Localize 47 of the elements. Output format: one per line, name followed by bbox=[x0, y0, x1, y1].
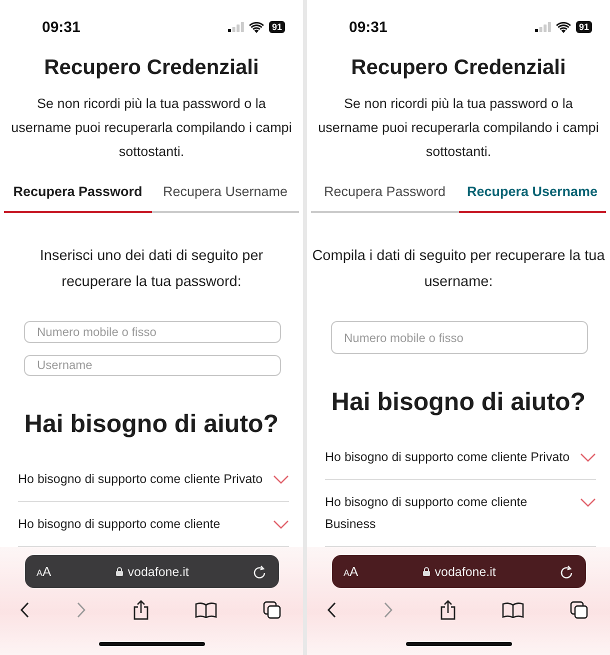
battery-level: 91 bbox=[576, 21, 592, 33]
wifi-icon bbox=[248, 22, 264, 32]
text-size-button[interactable]: AA bbox=[36, 564, 52, 579]
input-field[interactable]: Numero mobile o fisso bbox=[24, 321, 281, 342]
book-icon[interactable] bbox=[194, 602, 217, 618]
reload-icon[interactable] bbox=[560, 564, 574, 578]
instruction-text: Compila i dati di seguito per recuperare la tua username: bbox=[311, 247, 606, 292]
lock-icon bbox=[422, 567, 430, 576]
back-icon[interactable] bbox=[327, 602, 337, 618]
page-title: Recupero Credenziali bbox=[350, 56, 567, 80]
tab[interactable]: Recupera Username bbox=[152, 178, 299, 213]
lock-icon bbox=[116, 567, 123, 576]
address-bar[interactable]: AA vodafone.it bbox=[332, 555, 586, 588]
tab[interactable]: Recupera Password bbox=[4, 178, 152, 213]
input-field[interactable]: Username bbox=[24, 354, 281, 376]
url-text: vodafone.it bbox=[128, 564, 189, 578]
instruction-text: Inserisci uno dei dati di seguito per recuperare la tua password: bbox=[38, 247, 264, 292]
signal-icon bbox=[228, 22, 244, 32]
text-size-button[interactable]: AA bbox=[344, 564, 358, 579]
description-text: Se non ricordi più la tua password o la username puoi recuperarla compilando i campi sottostanti. bbox=[10, 95, 293, 161]
signal-icon bbox=[534, 22, 551, 32]
chevron-icon bbox=[580, 453, 596, 462]
address-bar[interactable]: AA vodafone.it bbox=[24, 555, 278, 588]
description-text: Se non ricordi più la tua password o la username puoi recuperarla compilando i campi sottostanti. bbox=[317, 95, 600, 161]
tab[interactable]: Recupera Username bbox=[458, 178, 606, 213]
chevron-icon bbox=[580, 498, 596, 507]
book-icon[interactable] bbox=[502, 602, 524, 618]
tab[interactable]: Recupera Password bbox=[311, 178, 458, 213]
battery-level: 91 bbox=[268, 21, 285, 33]
faq-item[interactable]: Ho bisogno di supporto come cliente Privato bbox=[18, 457, 289, 502]
tabs-icon[interactable] bbox=[570, 601, 588, 619]
share-icon[interactable] bbox=[440, 600, 456, 620]
url-text: vodafone.it bbox=[434, 564, 496, 578]
back-icon[interactable] bbox=[20, 602, 30, 618]
help-heading: Hai bisogno di aiuto? bbox=[330, 388, 587, 417]
input-field[interactable]: Numero mobile o fisso bbox=[331, 321, 588, 354]
status-time: 09:31 bbox=[349, 18, 388, 36]
help-heading: Hai bisogno di aiuto? bbox=[23, 410, 280, 439]
page-title: Recupero Credenziali bbox=[43, 56, 260, 80]
reload-icon[interactable] bbox=[253, 564, 266, 578]
wifi-icon bbox=[556, 22, 571, 32]
share-icon[interactable] bbox=[132, 600, 148, 620]
status-time: 09:31 bbox=[42, 18, 80, 36]
chevron-icon bbox=[273, 475, 289, 484]
chevron-icon bbox=[273, 520, 289, 529]
tabs-icon[interactable] bbox=[263, 601, 281, 619]
faq-item[interactable]: Ho bisogno di supporto come cliente Privato bbox=[325, 435, 596, 480]
